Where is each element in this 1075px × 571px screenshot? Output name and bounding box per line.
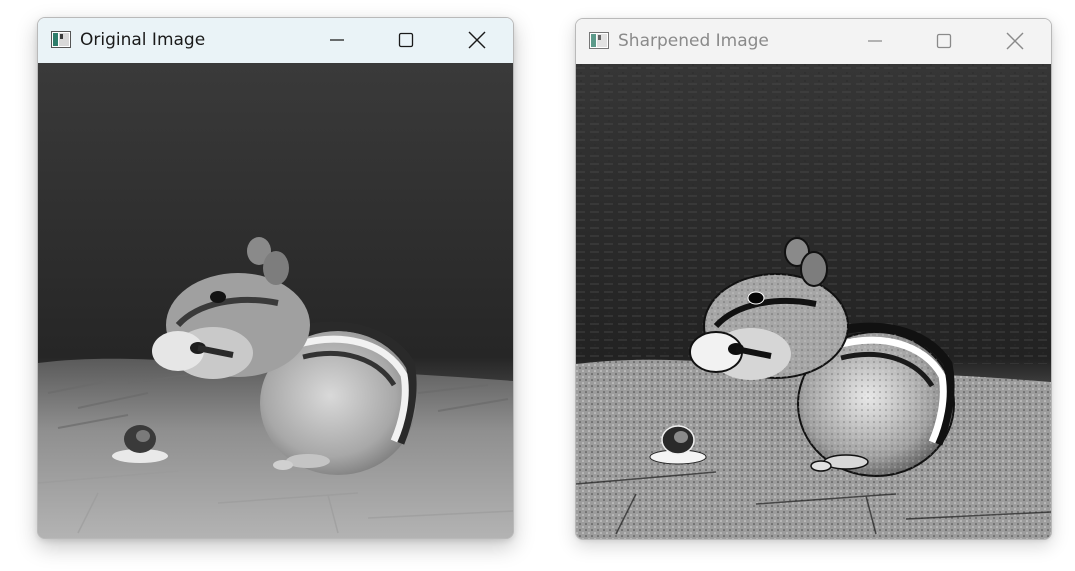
maximize-icon [936,33,952,49]
close-icon [468,31,486,49]
minimize-icon [330,39,344,41]
close-button[interactable] [454,18,500,62]
minimize-button[interactable] [314,18,360,62]
minimize-icon [868,40,882,42]
minimize-button[interactable] [852,19,898,63]
window-title: Original Image [80,30,206,50]
maximize-icon [398,32,414,48]
maximize-button[interactable] [383,18,429,62]
sharpened-image [576,64,1051,539]
app-icon [589,32,609,49]
app-icon [51,31,71,48]
maximize-button[interactable] [921,19,967,63]
close-icon [1006,32,1024,50]
original-image [38,63,513,538]
window-title: Sharpened Image [618,31,769,51]
original-image-titlebar[interactable]: Original Image [38,18,513,63]
original-image-window[interactable]: Original Image [37,17,514,539]
sharpened-image-window[interactable]: Sharpened Image [575,18,1052,540]
close-button[interactable] [992,19,1038,63]
sharpened-image-titlebar[interactable]: Sharpened Image [576,19,1051,64]
